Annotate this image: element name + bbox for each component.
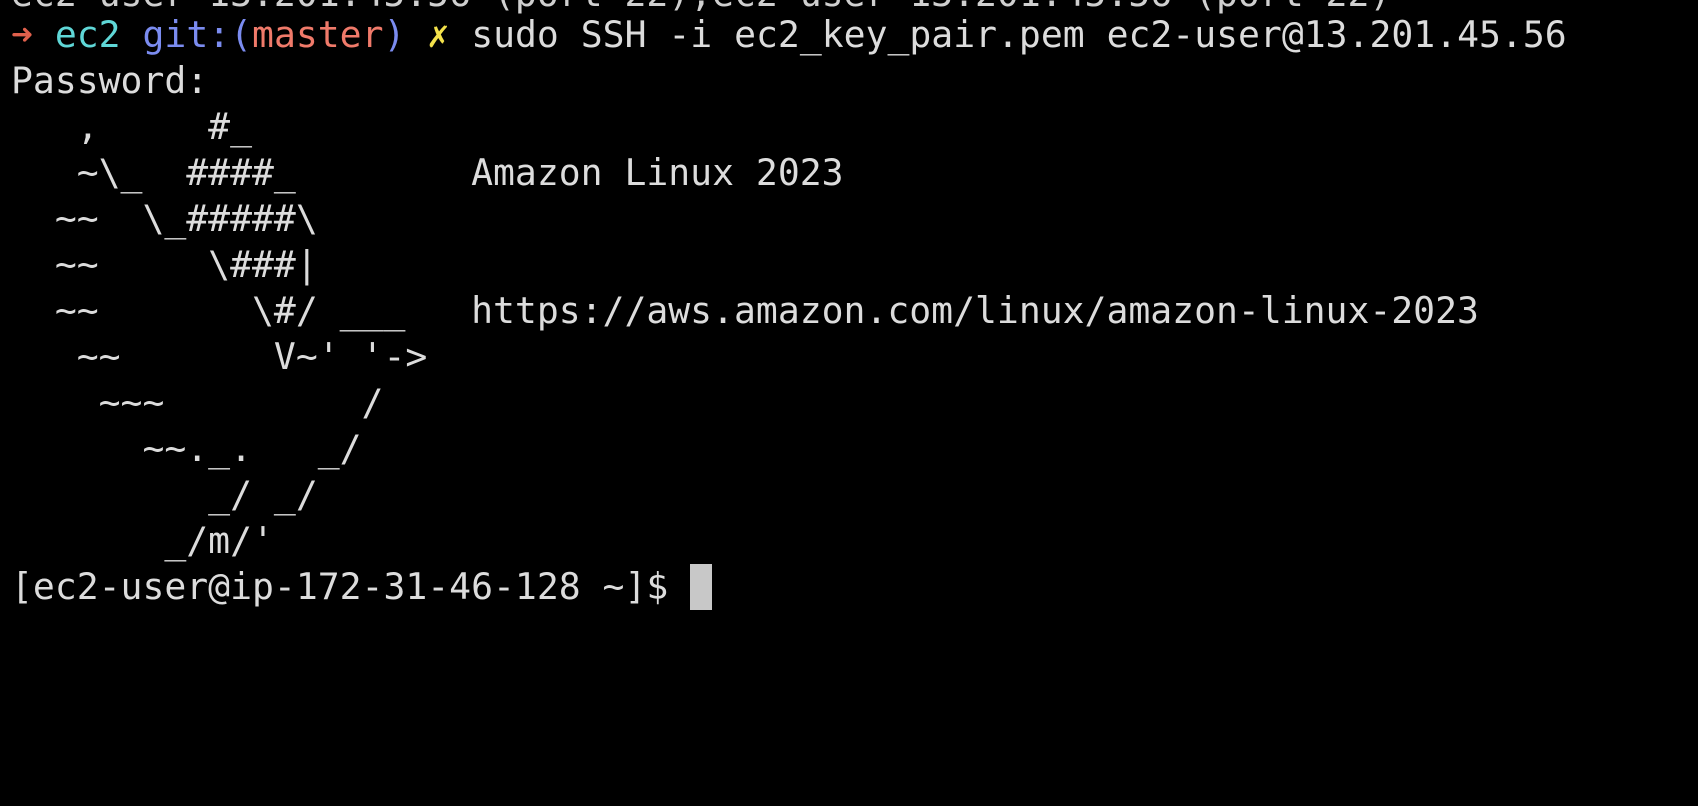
git-branch: master (252, 13, 384, 56)
motd-art-line: , #_ (11, 105, 252, 148)
motd-art-line: _/m/' (11, 519, 274, 562)
motd-art-line: ~~ \###| (11, 243, 318, 286)
motd-art-line: ~~._. _/ (11, 427, 362, 470)
prompt-arrow-icon: ➜ (11, 13, 33, 56)
motd-art-line: ~~ \#/ ___ https://aws.amazon.com/linux/… (11, 289, 1479, 332)
motd-art-line: ~~~ / (11, 381, 384, 424)
terminal-window[interactable]: ec2-user 13.201.45.56 (port 22),ec2-user… (0, 0, 1698, 806)
command-line: ➜ ec2 git:(master) ✗ sudo SSH -i ec2_key… (11, 10, 1567, 60)
motd-art-line: ~~ \_#####\ (11, 197, 318, 240)
ssh-command: sudo SSH -i ec2_key_pair.pem ec2-user@13… (471, 13, 1567, 56)
shell-prompt: [ec2-user@ip-172-31-46-128 ~]$ (11, 565, 691, 608)
password-prompt: Password: (11, 59, 209, 102)
shell-prompt-line[interactable]: [ec2-user@ip-172-31-46-128 ~]$ (11, 562, 713, 612)
motd-art-line: _/ _/ (11, 473, 318, 516)
git-suffix: ) (383, 13, 406, 56)
motd-art-line: ~\_ ####_ Amazon Linux 2023 (11, 151, 844, 194)
current-directory: ec2 (54, 13, 121, 56)
text-cursor[interactable] (690, 563, 713, 610)
git-dirty-icon: ✗ (427, 13, 450, 56)
motd-art-line: ~~ V~' '-> (11, 335, 428, 378)
git-prefix: git:( (142, 13, 253, 56)
